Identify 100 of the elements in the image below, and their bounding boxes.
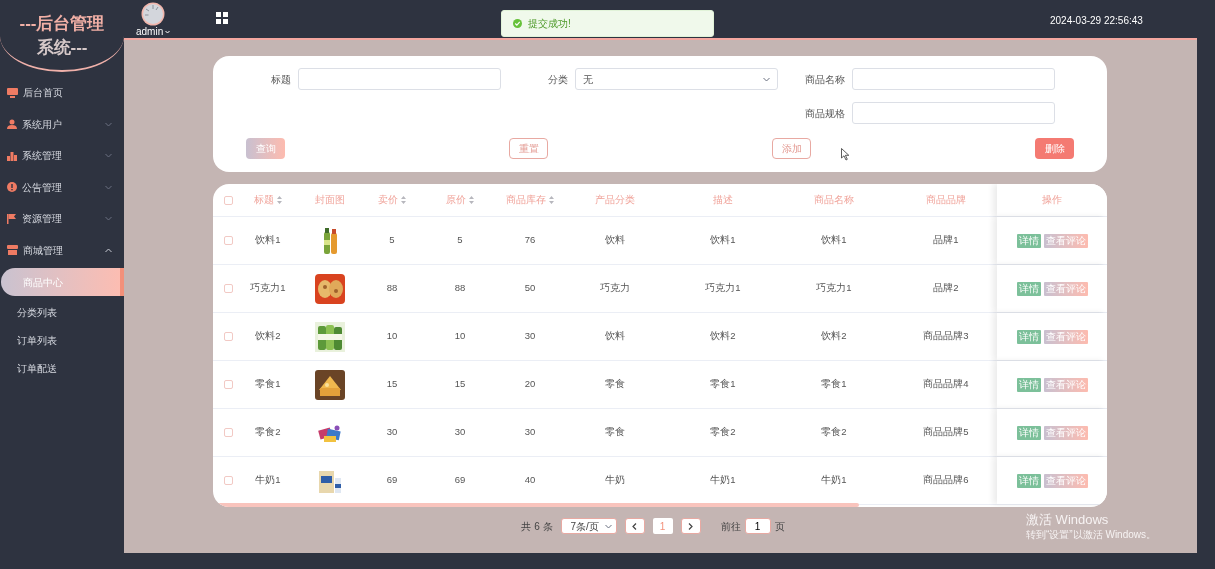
chevron-down-icon [105,121,112,127]
table-cell: 饮料1 [710,233,736,248]
menu-item[interactable]: 公告管理 [0,171,124,203]
action-button[interactable]: 重置 [509,138,548,159]
table-cell: 巧克力1 [816,281,852,296]
row-action-button[interactable]: 查看评论 [1043,233,1088,248]
toast-message: 提交成功! [528,17,571,31]
menu-item[interactable]: 系统管理 [0,140,124,172]
page-button[interactable]: 1 [652,518,673,534]
column-header[interactable]: 原价 [446,192,474,208]
alert-icon [7,182,17,193]
submenu-item[interactable]: 订单配送 [0,354,124,382]
table-cell: 88 [386,281,398,296]
checkbox[interactable] [223,195,233,205]
table-cell: 商品品牌3 [923,329,969,344]
table-cell: 品牌2 [933,281,959,296]
checkbox[interactable] [223,380,233,389]
action-button[interactable]: 添加 [772,138,811,159]
table-cell: 30 [524,425,536,440]
sort-icon [549,196,554,204]
submenu-item[interactable]: 分类列表 [0,298,124,326]
table-cell: 饮料2 [710,329,736,344]
category-select[interactable]: 无 [575,68,778,90]
prev-button[interactable] [624,518,645,534]
field-label: 分类 [547,72,568,87]
table-cell: 零食1 [821,377,847,392]
row-action-button[interactable]: 查看评论 [1043,281,1088,296]
checkbox[interactable] [223,284,233,293]
page-size-select[interactable]: 7条/页 [560,518,617,534]
next-button[interactable] [680,518,701,534]
table-cell: 牛奶1 [255,473,281,488]
table-cell: 69 [454,473,466,488]
table-cell: 76 [524,233,536,248]
checkbox[interactable] [223,332,233,341]
table-cell: 牛奶 [605,473,625,488]
menu-item[interactable]: 资源管理 [0,203,124,235]
menu-item[interactable]: 后台首页 [0,77,124,109]
row-action-button[interactable]: 查看评论 [1043,377,1088,392]
table-cell: 牛奶1 [710,473,736,488]
row-action-button[interactable]: 查看评论 [1043,329,1088,344]
monitor-icon [7,87,18,98]
input-field[interactable] [852,68,1055,90]
row-action-button[interactable]: 详情 [1016,233,1041,248]
menu-item[interactable]: 系统用户 [0,108,124,140]
table-cell: 零食2 [255,425,281,440]
checkbox[interactable] [223,476,233,485]
row-action-button[interactable]: 详情 [1016,377,1041,392]
table-cell: 零食2 [821,425,847,440]
page-input[interactable]: 1 [744,518,771,534]
table-cell: 88 [454,281,466,296]
field-label: 商品名称 [804,72,845,87]
action-button[interactable]: 删除 [1035,138,1074,159]
chevron-left-icon [632,522,638,530]
table-cell: 饮料1 [821,233,847,248]
grid-icon[interactable] [216,12,228,24]
total-count: 共 6 条 [521,519,553,534]
row-action-button[interactable]: 详情 [1016,281,1041,296]
action-button[interactable]: 查询 [246,138,285,159]
column-header[interactable]: 卖价 [378,192,406,208]
row-action-button[interactable]: 详情 [1016,473,1041,488]
row-action-button[interactable]: 详情 [1016,425,1041,440]
table-cell: 巧克力 [600,281,630,296]
user-menu[interactable]: admin [136,27,171,37]
table-cell: 30 [386,425,398,440]
checkbox[interactable] [223,428,233,437]
sort-icon [469,196,474,204]
table-cell: 30 [524,329,536,344]
logo-text: 系统--- [36,37,88,59]
table-cell: 15 [386,377,398,392]
chevron-down-icon [105,216,112,222]
column-header: 封面图 [315,192,345,207]
input-field[interactable] [298,68,501,90]
column-header[interactable]: 标题 [254,192,282,208]
table-cell: 饮料2 [255,329,281,344]
table-cell: 零食2 [710,425,736,440]
avatar-icon [141,2,166,26]
row-action-button[interactable]: 查看评论 [1043,473,1088,488]
table-cell: 20 [524,377,536,392]
menu-item[interactable]: 商城管理 [0,234,124,266]
cursor-icon [841,148,850,161]
table-cell: 商品品牌6 [923,473,969,488]
page-suffix: 页 [774,519,785,534]
chevron-down-icon [763,76,770,82]
goto-label: 前往 [720,519,741,534]
table-cell: 饮料2 [821,329,847,344]
table-cell: 巧克力1 [250,281,286,296]
row-action-button[interactable]: 详情 [1016,329,1041,344]
table-cell: 牛奶1 [821,473,847,488]
table-cell: 5 [457,233,463,248]
shop-icon [7,245,18,256]
submenu-item[interactable]: 订单列表 [0,326,124,354]
row-action-button[interactable]: 查看评论 [1043,425,1088,440]
sort-icon [401,196,406,204]
table-cell: 零食 [605,425,625,440]
table-cell: 40 [524,473,536,488]
field-label: 商品规格 [804,106,845,121]
column-header[interactable]: 商品库存 [506,192,554,208]
checkbox[interactable] [223,236,233,245]
input-field[interactable] [852,102,1055,124]
table-cell: 品牌1 [933,233,959,248]
